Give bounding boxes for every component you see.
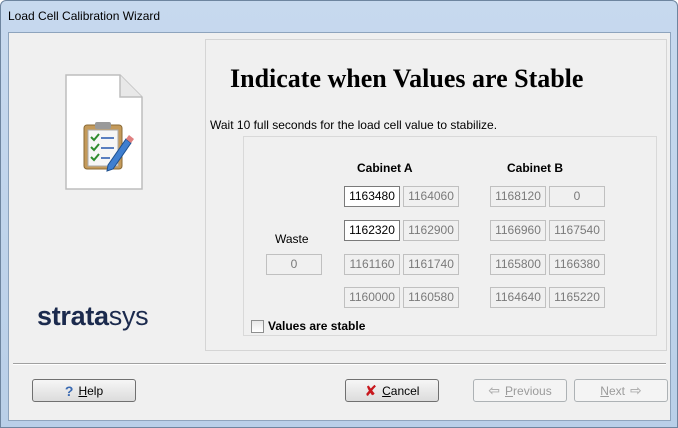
arrow-right-icon: ⇨ [629,382,642,398]
cabinet-b-reading: 0 [549,186,605,207]
arrow-left-icon: ⇦ [488,382,501,398]
title-bar[interactable]: Load Cell Calibration Wizard [1,1,677,31]
stratasys-logo: stratasys [37,301,149,331]
wizard-window: Load Cell Calibration Wizard stratasys I… [0,0,678,428]
page-heading: Indicate when Values are Stable [230,64,584,93]
cabinet-b-header: Cabinet B [507,161,564,175]
cabinet-a-reading: 1161160 [344,254,400,275]
cabinet-a-header: Cabinet A [357,161,413,175]
cancel-button-label: Cancel [382,383,420,398]
instruction-text: Wait 10 full seconds for the load cell v… [210,118,498,132]
document-checklist-icon [65,74,143,190]
readings-group: Cabinet A Cabinet B Waste 0 1163480 1164… [243,136,657,336]
waste-label: Waste [275,232,309,246]
cabinet-b-reading: 1165220 [549,287,605,308]
cancel-x-icon: ✘ [364,382,378,400]
help-button-label: Help [78,383,104,398]
cabinet-b-reading: 1166380 [549,254,605,275]
cabinet-a-reading: 1160000 [344,287,400,308]
cabinet-a-reading: 1160580 [403,287,459,308]
help-icon: ? [64,382,74,399]
previous-button-label: Previous [505,383,552,398]
cabinet-a-reading: 1162900 [403,220,459,241]
previous-button[interactable]: ⇦ Previous [473,379,567,402]
cabinet-b-reading: 1168120 [490,186,546,207]
button-separator [13,363,666,365]
waste-value-field: 0 [266,254,322,275]
main-panel: Indicate when Values are Stable Wait 10 … [205,39,667,351]
help-button[interactable]: ? Help [32,379,136,402]
window-title: Load Cell Calibration Wizard [8,9,161,23]
cabinet-b-reading: 1166960 [490,220,546,241]
cabinet-a-reading[interactable]: 1162320 [344,220,400,241]
cabinet-b-reading: 1167540 [549,220,605,241]
wizard-client-area: stratasys Indicate when Values are Stabl… [8,32,671,421]
next-button-label: Next [600,383,625,398]
values-stable-label[interactable]: Values are stable [268,319,365,333]
side-panel: stratasys [9,33,204,351]
cabinet-a-reading[interactable]: 1163480 [344,186,400,207]
next-button[interactable]: Next ⇨ [574,379,668,402]
cabinet-a-reading: 1161740 [403,254,459,275]
cancel-button[interactable]: ✘ Cancel [345,379,439,402]
cabinet-b-reading: 1165800 [490,254,546,275]
values-stable-checkbox[interactable] [251,320,264,333]
cabinet-b-reading: 1164640 [490,287,546,308]
cabinet-a-reading: 1164060 [403,186,459,207]
